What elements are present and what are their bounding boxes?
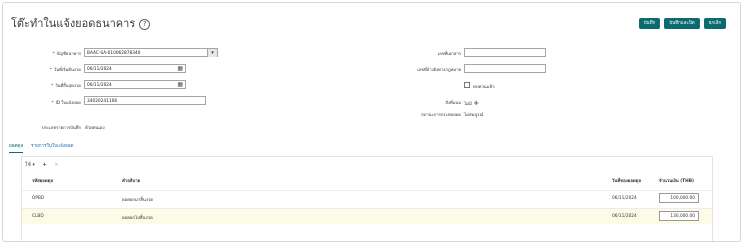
attachments-value[interactable]: ไม่มี +	[464, 99, 479, 107]
amount-input[interactable]: 100,000.00	[659, 193, 699, 203]
column-header-code[interactable]: รหัสยอดดุล	[32, 177, 53, 184]
view-menu[interactable]: ใช้ ▾	[25, 162, 35, 168]
start-date-label: * วันที่เริ่มต้นงวด	[49, 67, 81, 72]
amount-input[interactable]: 130,000.00	[659, 211, 699, 221]
reviewed-label: ทบทวนแล้ว	[473, 85, 495, 90]
statement-id-field[interactable]: 34020241106	[84, 96, 206, 105]
table-toolbar: ใช้ ▾ + ×	[25, 161, 59, 169]
column-header-amount[interactable]: จำนวนเงิน (THB)	[659, 177, 694, 184]
end-date-value: 06/11/2024	[87, 83, 112, 88]
start-date-value: 06/11/2024	[87, 67, 112, 72]
recon-status-label: สถานะการกระทบยอด	[421, 112, 461, 117]
bank-reference-label: เลขที่อ้างอิงทางกฎหมาย	[417, 67, 461, 72]
row-description: ยอดยกไปสิ้นงวด	[122, 216, 153, 221]
table-row[interactable]: CLBD ยอดยกไปสิ้นงวด 06/11/2024 130,000.0…	[22, 208, 712, 224]
end-date-label: * วันที่สิ้นสุดงวด	[51, 83, 81, 88]
column-header-date[interactable]: วันที่ของยอดดุล	[612, 177, 641, 184]
calendar-icon[interactable]: ▦	[177, 81, 183, 89]
page-title: โต๊ะทำในแจ้งยอดธนาคาร?	[11, 14, 151, 32]
calendar-icon[interactable]: ▦	[177, 65, 183, 73]
bank-reference-field[interactable]	[464, 64, 546, 73]
row-code: CLBD	[32, 214, 44, 219]
bank-account-label: * บัญชีธนาคาร	[52, 51, 81, 56]
row-date: 06/11/2024	[612, 196, 637, 201]
chevron-down-icon[interactable]: ▾	[207, 49, 217, 57]
cancel-button[interactable]: ยกเลิก	[704, 18, 726, 29]
record-type-value: ด้วยตนเอง	[85, 126, 105, 131]
column-header-description[interactable]: คำอธิบาย	[122, 177, 140, 184]
recon-status-value: ไม่สมบูรณ์	[464, 113, 484, 118]
save-and-close-button[interactable]: บันทึกและปิด	[664, 18, 700, 29]
attachments-label: สิ่งที่แนบ	[445, 100, 461, 105]
bank-account-select[interactable]: BAAC-SA-010062878340 ▾	[84, 48, 218, 57]
record-type-label: ประเภทรายการบันทึก	[41, 125, 81, 130]
row-code: OPBD	[32, 196, 45, 201]
statement-id-value: 34020241106	[87, 99, 118, 104]
start-date-field[interactable]: 06/11/2024 ▦	[84, 64, 186, 73]
end-date-field[interactable]: 06/11/2024 ▦	[84, 80, 186, 89]
statement-id-label: * ID ใบแจ้งยอด	[51, 100, 81, 105]
table-row[interactable]: OPBD ยอดยกมาสิ้นงวด 06/11/2024 100,000.0…	[22, 190, 712, 206]
delete-icon[interactable]: ×	[54, 162, 58, 168]
add-attachment-icon[interactable]: +	[473, 99, 479, 107]
row-date: 06/11/2024	[612, 214, 637, 219]
add-icon[interactable]: +	[43, 162, 47, 168]
balances-panel: ใช้ ▾ + × รหัสยอดดุล คำอธิบาย วันที่ของย…	[21, 156, 713, 241]
bank-account-value: BAAC-SA-010062878340	[87, 51, 141, 56]
row-description: ยอดยกมาสิ้นงวด	[122, 198, 154, 203]
attachments-text: ไม่มี	[464, 102, 472, 107]
help-icon[interactable]: ?	[139, 19, 151, 30]
document-number-field[interactable]	[464, 48, 546, 57]
document-number-label: เลขที่เอกสาร	[437, 51, 461, 56]
save-button[interactable]: บันทึก	[639, 18, 660, 29]
reviewed-checkbox[interactable]	[464, 82, 470, 88]
statement-editor-window: โต๊ะทำในแจ้งยอดธนาคาร? บันทึก บันทึกและป…	[2, 2, 741, 242]
tab-statement-lines[interactable]: รายการในใบแจ้งยอด	[31, 143, 73, 150]
page-title-text: โต๊ะทำในแจ้งยอดธนาคาร	[11, 17, 136, 30]
tab-balances[interactable]: ยอดดุล	[9, 143, 24, 153]
